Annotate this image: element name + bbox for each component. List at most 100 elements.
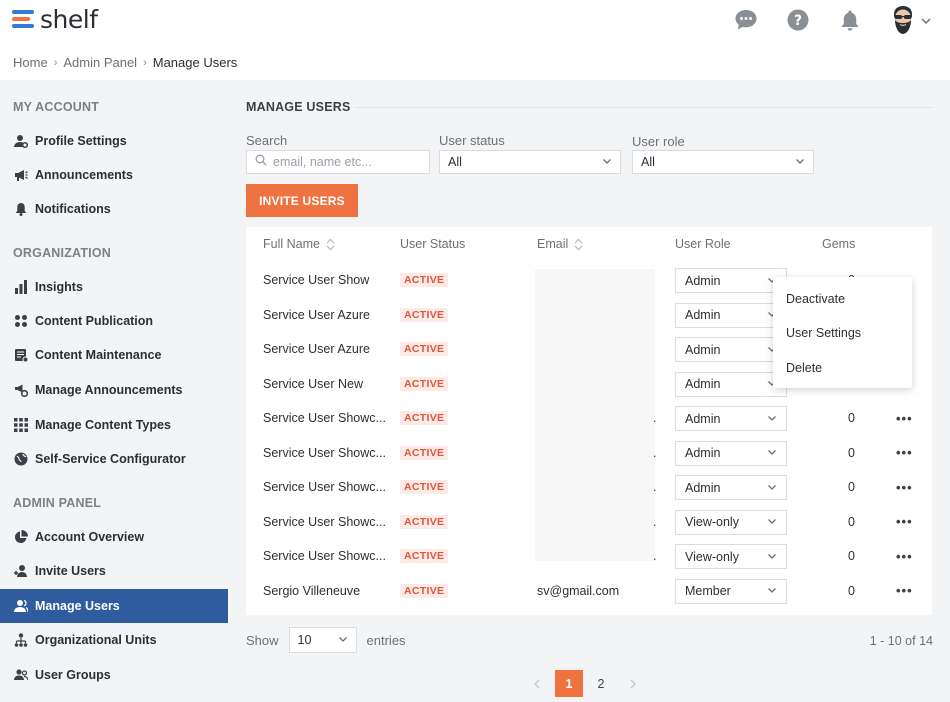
breadcrumb-home[interactable]: Home [13,55,48,70]
avatar[interactable] [890,5,916,35]
sidebar-item-insights[interactable]: Insights [0,270,228,304]
user-name[interactable]: Service User Azure [263,332,370,367]
sidebar-item-content-maintenance[interactable]: Content Maintenance [0,338,228,372]
more-actions-icon[interactable]: ••• [896,401,913,436]
more-actions-icon[interactable]: ••• [896,470,913,505]
search-input[interactable] [273,155,423,169]
menu-item-deactivate[interactable]: Deactivate [786,292,845,306]
sidebar-item-profile-settings[interactable]: Profile Settings [0,124,228,158]
sidebar-item-self-service-configurator[interactable]: Self-Service Configurator [0,442,228,476]
user-name[interactable]: Service User Show [263,263,369,298]
users-icon [13,598,29,614]
user-name[interactable]: Service User Azure [263,298,370,333]
chevron-down-icon[interactable] [920,14,932,26]
user-role-dropdown[interactable]: View-only [675,544,787,569]
breadcrumb-current: Manage Users [152,55,238,70]
menu-item-user-settings[interactable]: User Settings [786,326,861,340]
user-name[interactable]: Service User New [263,367,363,402]
invite-users-button[interactable]: INVITE USERS [246,184,358,217]
chevron-down-icon [602,155,612,169]
user-name[interactable]: Service User Showc... [263,401,386,436]
sidebar-item-manage-content-types[interactable]: Manage Content Types [0,408,228,442]
bar-chart-icon [13,279,29,295]
chevron-down-icon [767,550,777,564]
user-role-dropdown[interactable]: Member [675,578,787,604]
more-actions-icon[interactable]: ••• [896,539,913,574]
user-role-value: Admin [685,377,721,391]
user-role-value: Admin [685,273,721,288]
sidebar-item-notifications[interactable]: Notifications [0,192,228,226]
user-name[interactable]: Sergio Villeneuve [263,574,360,609]
column-header-full-name[interactable]: Full Name [263,237,335,251]
user-role-dropdown[interactable]: Admin [675,302,787,328]
user-name[interactable]: Service User Showc... [263,436,386,471]
user-email: . [653,549,657,564]
sidebar-item-label: Manage Users [35,599,120,613]
status-cell: ACTIVE [400,367,449,402]
status-cell: ACTIVE [400,332,449,367]
help-icon[interactable]: ? [786,8,810,32]
sort-icon[interactable] [574,238,583,251]
column-header-label: User Status [400,237,466,251]
bell-icon[interactable] [838,8,862,32]
globe-icon [13,451,29,467]
logo-text: shelf [40,4,98,34]
page-button-2[interactable]: 2 [587,670,615,697]
search-label: Search [246,133,288,148]
user-gems: 0 [848,514,855,529]
more-actions-icon[interactable]: ••• [896,505,913,540]
sidebar-item-announcements[interactable]: Announcements [0,158,228,192]
shelf-logo[interactable]: shelf [12,4,98,34]
sidebar-item-invite-users[interactable]: Invite Users [0,554,228,588]
status-badge: ACTIVE [400,583,449,598]
user-name[interactable]: Service User Showc... [263,539,386,574]
user-role-dropdown[interactable]: Admin [675,475,787,500]
title-divider [356,107,932,108]
sidebar-item-label: Manage Content Types [35,418,171,432]
sidebar-item-manage-users[interactable]: Manage Users [0,589,228,623]
status-badge: ACTIVE [400,445,449,460]
sidebar-item-organizational-units[interactable]: Organizational Units [0,623,228,657]
user-status-value: All [448,155,462,169]
column-header-email[interactable]: Email [537,237,583,251]
sidebar-item-user-groups[interactable]: User Groups [0,658,228,692]
sidebar-item-label: Self-Service Configurator [35,452,186,466]
user-role-dropdown[interactable]: Admin [675,371,787,397]
breadcrumb-admin-panel[interactable]: Admin Panel [63,55,137,70]
sidebar-item-account-overview[interactable]: Account Overview [0,520,228,554]
user-name[interactable]: Service User Showc... [263,505,386,540]
sidebar-item-label: Content Maintenance [35,348,162,362]
entries-control: Show 10 entries [246,627,406,653]
grid-icon [13,417,29,433]
sidebar-item-manage-announcements[interactable]: Manage Announcements [0,373,228,407]
more-actions-icon[interactable]: ••• [896,574,913,609]
user-role-dropdown[interactable]: View-only [675,509,787,535]
sidebar-item-label: Invite Users [35,564,106,578]
pagination-range: 1 - 10 of 14 [869,634,933,648]
more-actions-icon[interactable]: ••• [896,436,913,471]
table-row: Sergio Villeneuve ACTIVE sv@gmail.com Membe… [246,574,932,609]
next-page-button[interactable] [619,670,647,697]
entries-select[interactable]: 10 [288,627,357,653]
user-role-dropdown[interactable]: Admin [675,406,787,431]
sidebar-item-content-publication[interactable]: Content Publication [0,304,228,338]
sort-icon[interactable] [326,238,335,251]
page-button-1[interactable]: 1 [555,670,583,697]
status-cell: ACTIVE [400,436,449,471]
prev-page-button[interactable] [523,670,551,697]
user-role-dropdown[interactable]: Admin [675,268,787,293]
menu-item-delete[interactable]: Delete [786,361,822,375]
search-box[interactable] [246,150,430,174]
document-check-icon [13,347,29,363]
user-status-select[interactable]: All [439,150,621,174]
user-group-icon [13,667,29,683]
user-name[interactable]: Service User Showc... [263,470,386,505]
user-role-dropdown[interactable]: Admin [675,337,787,362]
section-title-admin-panel: ADMIN PANEL [13,496,102,510]
chat-icon[interactable] [734,8,758,32]
chevron-down-icon [338,633,348,647]
user-role-select[interactable]: All [632,150,814,174]
top-bar: shelf ? [0,0,950,44]
user-role-dropdown[interactable]: Admin [675,440,787,466]
user-email: sv@gmail.com [537,583,620,598]
